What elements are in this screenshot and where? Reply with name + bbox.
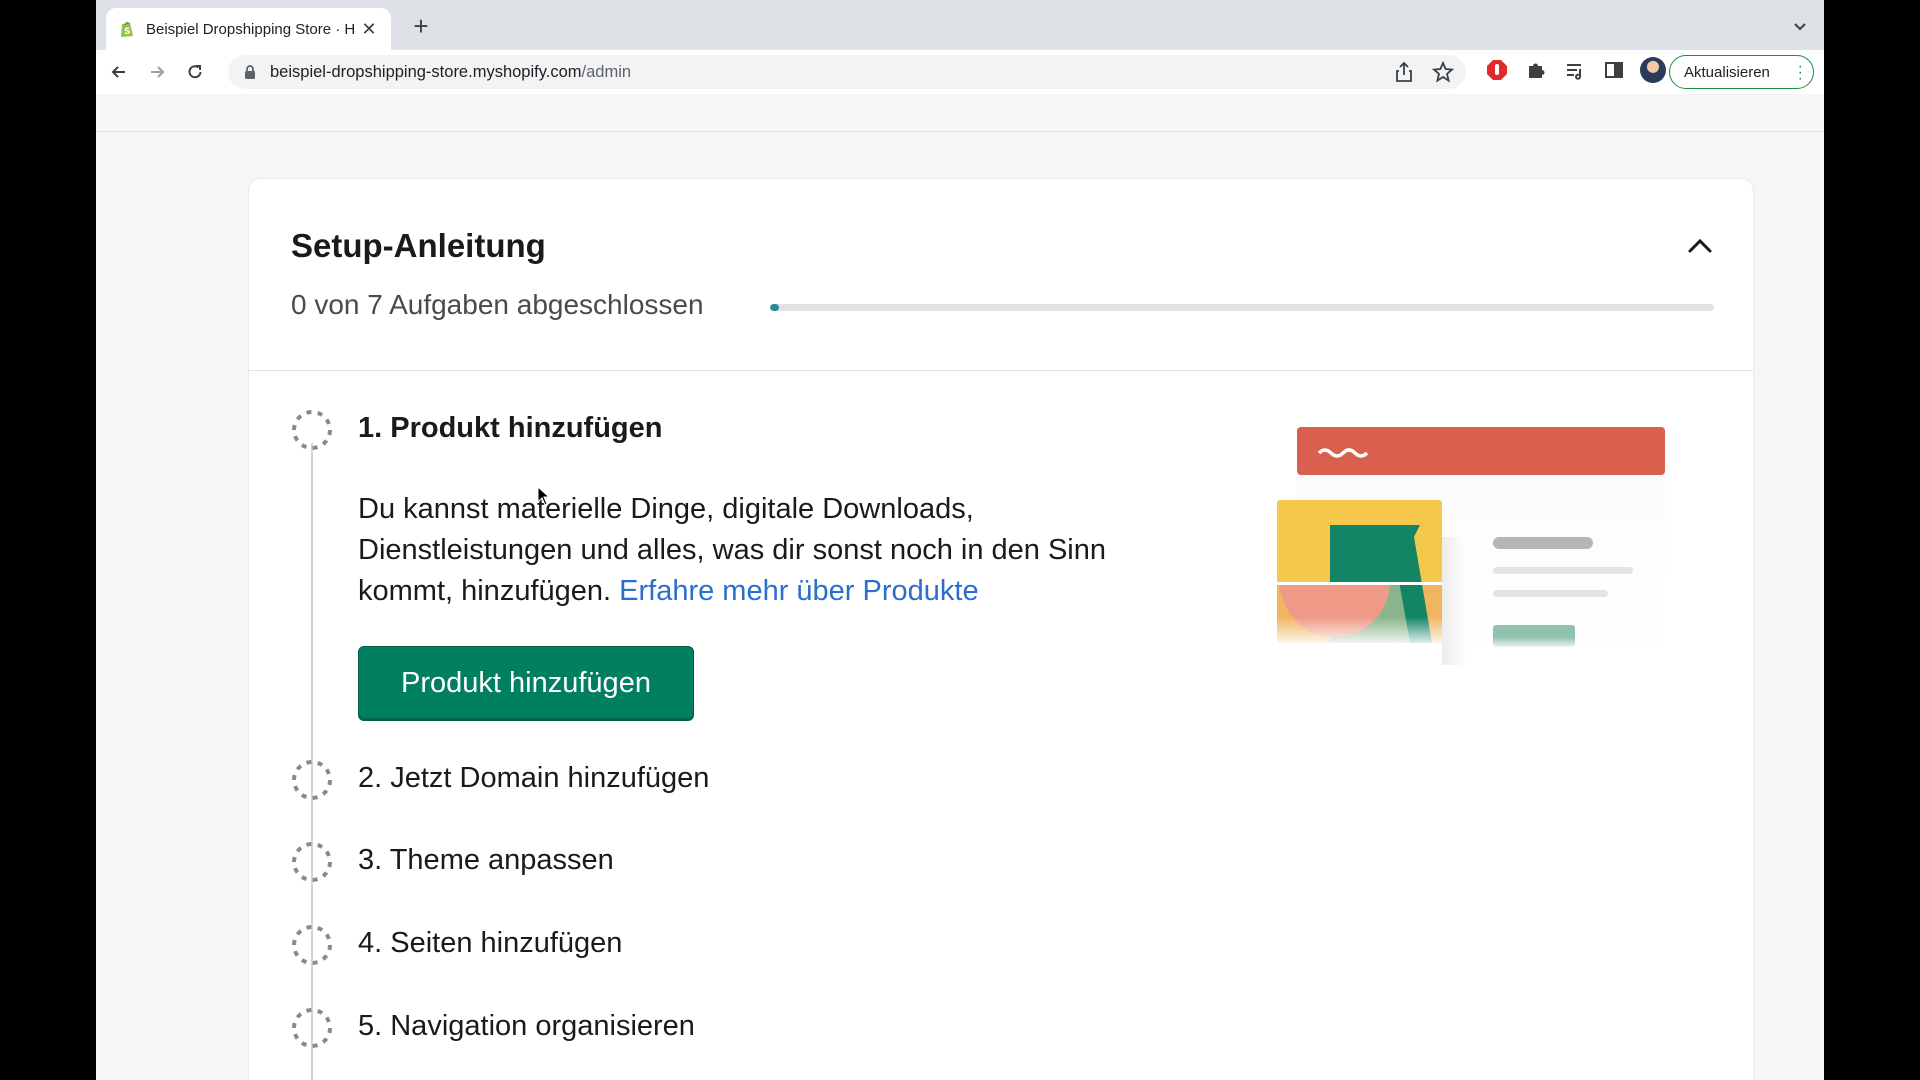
side-panel-icon[interactable] — [1601, 57, 1627, 83]
product-illustration — [1277, 427, 1707, 672]
lock-icon — [245, 65, 255, 79]
task-5-title[interactable]: 5. Navigation organisieren — [358, 1010, 695, 1043]
url-path: /admin — [581, 62, 632, 81]
task-4-title[interactable]: 4. Seiten hinzufügen — [358, 927, 622, 960]
more-menu-icon[interactable]: · · · — [1798, 59, 1803, 87]
collapse-chevron-icon[interactable] — [1685, 231, 1715, 261]
setup-guide-card: Setup-Anleitung 0 von 7 Aufgaben abgesch… — [249, 179, 1753, 1080]
update-browser-button[interactable]: Aktualisieren · · · — [1669, 55, 1814, 89]
progress-bar — [770, 304, 1714, 311]
bookmark-star-icon[interactable] — [1432, 61, 1454, 83]
tab-strip: S Beispiel Dropshipping Store · H ✕ + — [96, 0, 1824, 50]
reload-icon — [188, 65, 202, 79]
profile-avatar[interactable] — [1640, 57, 1666, 83]
task-1-description: Du kannst materielle Dinge, digitale Dow… — [358, 489, 1158, 612]
arrow-right-icon — [151, 66, 165, 78]
back-button[interactable] — [104, 57, 134, 87]
task-2-status-icon[interactable] — [291, 759, 333, 801]
reload-button[interactable] — [180, 57, 210, 87]
task-2-title[interactable]: 2. Jetzt Domain hinzufügen — [358, 762, 709, 795]
extensions-puzzle-icon[interactable] — [1523, 57, 1549, 83]
adblock-extension-icon[interactable] — [1484, 57, 1510, 83]
close-tab-icon[interactable]: ✕ — [359, 19, 379, 39]
task-4-status-icon[interactable] — [291, 924, 333, 966]
progress-bar-fill — [770, 304, 780, 311]
address-bar[interactable]: beispiel-dropshipping-store.myshopify.co… — [228, 55, 1466, 89]
header-divider — [96, 131, 1824, 132]
chevron-down-icon[interactable] — [1790, 16, 1810, 36]
progress-text: 0 von 7 Aufgaben abgeschlossen — [291, 289, 704, 320]
shopify-favicon-icon: S — [118, 20, 136, 38]
mouse-cursor-icon — [537, 485, 551, 506]
setup-guide-title: Setup-Anleitung — [291, 227, 546, 264]
learn-more-products-link[interactable]: Erfahre mehr über Produkte — [619, 575, 978, 607]
arrow-left-icon — [111, 66, 125, 78]
new-tab-button[interactable]: + — [408, 13, 434, 40]
svg-text:S: S — [124, 27, 130, 37]
add-product-button[interactable]: Produkt hinzufügen — [358, 646, 694, 721]
task-1-status-icon[interactable] — [291, 409, 333, 451]
task-3-status-icon[interactable] — [291, 841, 333, 883]
tab-title: Beispiel Dropshipping Store · H — [146, 20, 356, 38]
forward-button[interactable] — [142, 57, 172, 87]
reading-list-icon[interactable] — [1562, 57, 1588, 83]
update-button-label: Aktualisieren — [1684, 63, 1770, 81]
task-3-title[interactable]: 3. Theme anpassen — [358, 844, 614, 877]
browser-tab[interactable]: S Beispiel Dropshipping Store · H ✕ — [106, 8, 391, 50]
url-host: beispiel-dropshipping-store.myshopify.co… — [270, 62, 582, 81]
task-1-title[interactable]: 1. Produkt hinzufügen — [358, 412, 663, 445]
card-divider — [249, 370, 1753, 371]
browser-window: S Beispiel Dropshipping Store · H ✕ + be… — [96, 0, 1824, 1080]
task-5-status-icon[interactable] — [291, 1007, 333, 1049]
share-icon[interactable] — [1394, 61, 1414, 83]
browser-toolbar: beispiel-dropshipping-store.myshopify.co… — [96, 50, 1824, 94]
